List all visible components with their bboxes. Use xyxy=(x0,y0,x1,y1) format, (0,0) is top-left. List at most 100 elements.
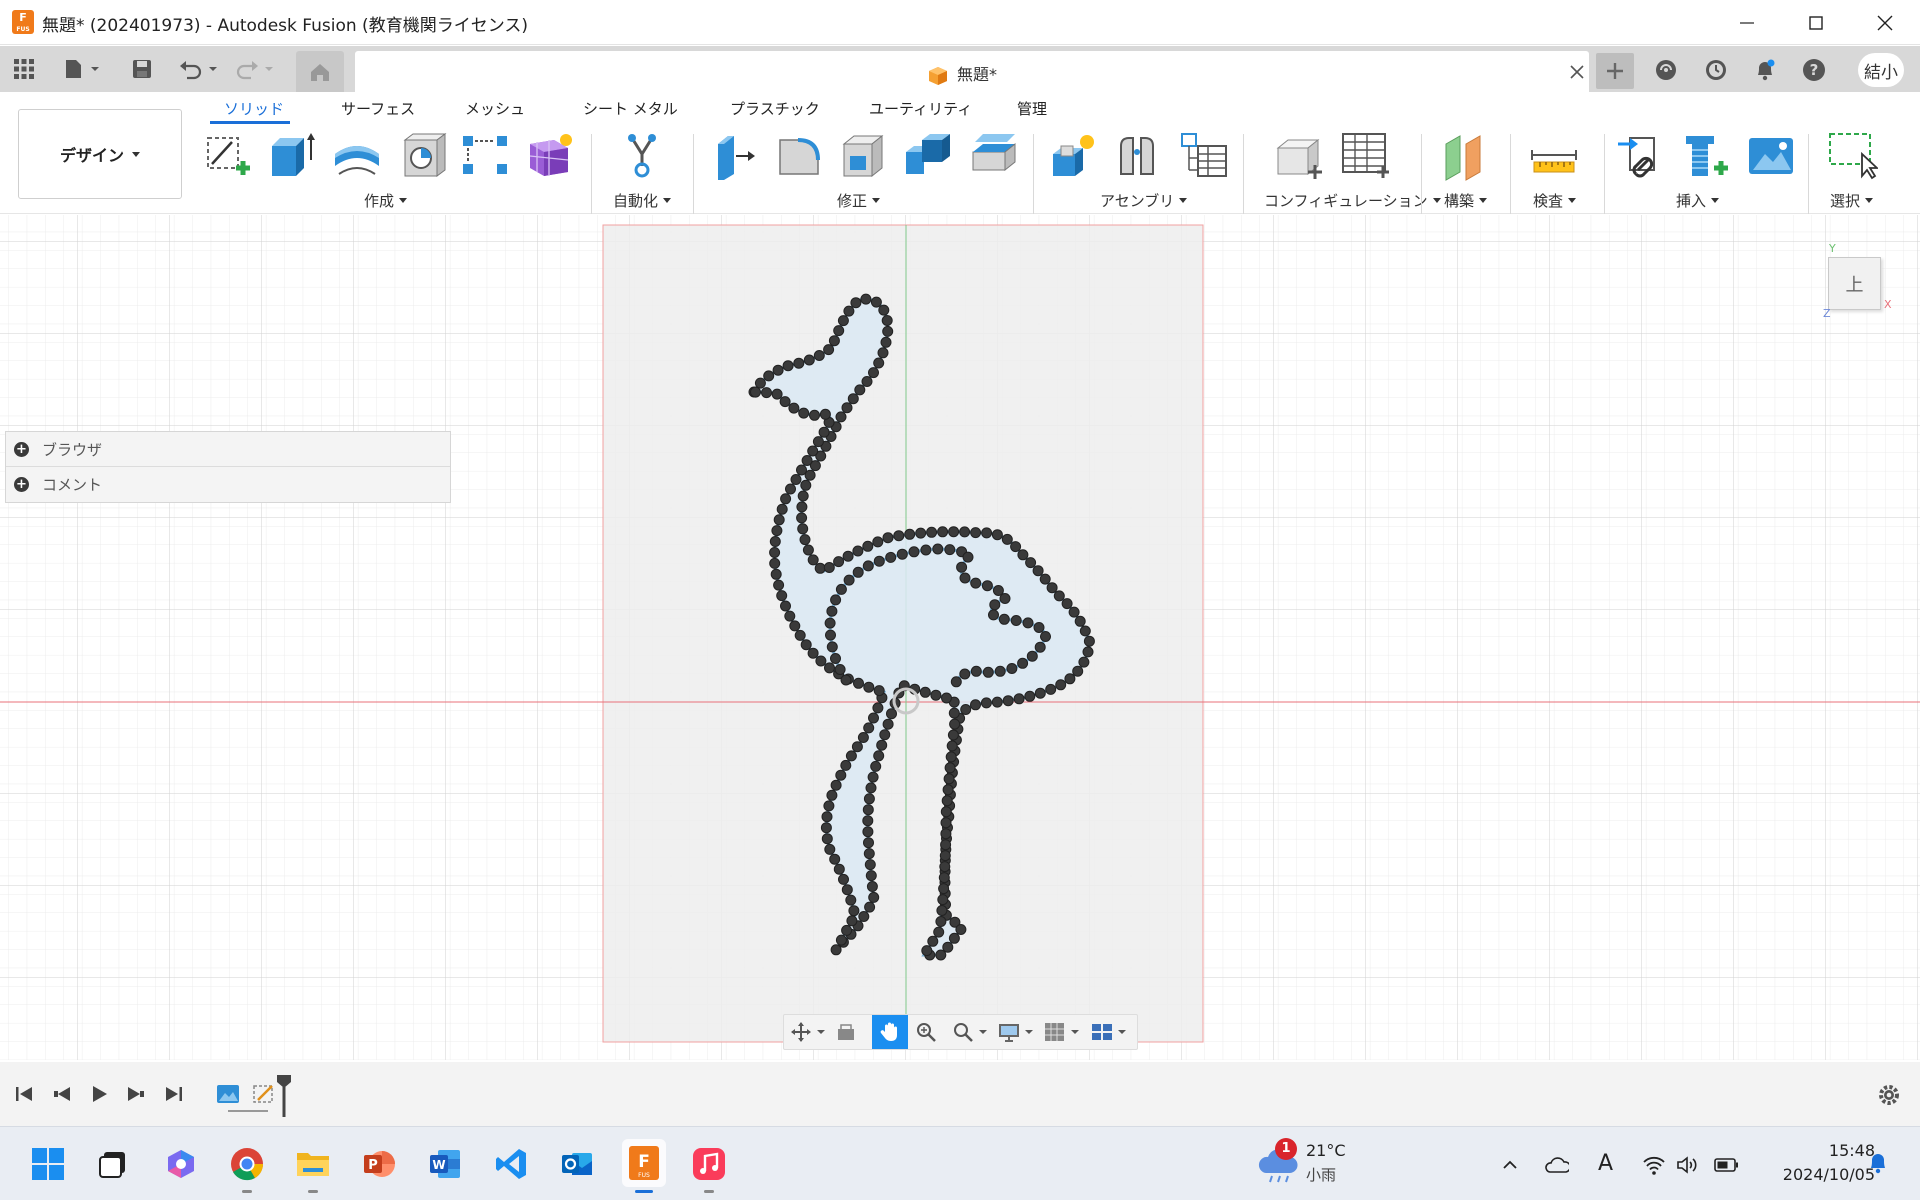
sketch-point[interactable] xyxy=(770,568,782,580)
sketch-point[interactable] xyxy=(771,388,783,400)
sketch-point[interactable] xyxy=(927,935,939,947)
sketch-point[interactable] xyxy=(852,545,864,557)
timeline-canvas-feature-icon[interactable] xyxy=(216,1082,242,1106)
file-explorer-button[interactable] xyxy=(292,1143,334,1193)
sketch-point[interactable] xyxy=(945,751,957,763)
zoom-window-button[interactable] xyxy=(950,1018,990,1046)
close-window-button[interactable] xyxy=(1850,0,1920,45)
sketch-point[interactable] xyxy=(920,544,932,556)
sketch-point[interactable] xyxy=(1039,573,1051,585)
combine-icon[interactable] xyxy=(902,130,954,182)
sketch-point[interactable] xyxy=(819,408,831,420)
sketch-point[interactable] xyxy=(784,610,796,622)
sketch-point[interactable] xyxy=(959,668,971,680)
sketch-point[interactable] xyxy=(970,665,982,677)
sketch-point[interactable] xyxy=(959,526,971,538)
joint-icon[interactable] xyxy=(1111,130,1163,182)
sketch-point[interactable] xyxy=(828,335,840,347)
sketch-point[interactable] xyxy=(796,512,808,524)
chrome-button[interactable] xyxy=(226,1143,268,1193)
sketch-point[interactable] xyxy=(785,483,796,495)
grid-settings-button[interactable] xyxy=(1042,1018,1082,1046)
data-panel-button[interactable] xyxy=(10,54,38,84)
sketch-point[interactable] xyxy=(1064,673,1076,685)
tab-surface[interactable]: サーフェス xyxy=(341,98,415,119)
sketch-point[interactable] xyxy=(870,296,882,308)
insert-derive-icon[interactable] xyxy=(1614,130,1666,182)
sketch-point[interactable] xyxy=(982,666,994,678)
file-menu-button[interactable] xyxy=(60,54,104,84)
canvas-image-icon[interactable] xyxy=(1745,130,1797,182)
design-canvas[interactable]: + ブラウザ + コメント 上 Y X Z xyxy=(0,215,1920,1060)
assemble-menu[interactable]: アセンブリ xyxy=(1100,190,1188,211)
sketch-point[interactable] xyxy=(797,523,809,535)
sketch-point[interactable] xyxy=(956,561,968,573)
sketch-point[interactable] xyxy=(970,699,981,711)
redo-button[interactable] xyxy=(232,54,278,84)
start-button[interactable] xyxy=(27,1143,69,1185)
sketch-point[interactable] xyxy=(807,445,819,457)
sketch-point[interactable] xyxy=(863,837,874,849)
sketch-point[interactable] xyxy=(789,620,801,632)
sketch-point[interactable] xyxy=(771,525,783,537)
expand-plus-icon[interactable]: + xyxy=(14,477,29,492)
zoom-button[interactable] xyxy=(912,1018,940,1046)
battery-button[interactable] xyxy=(1714,1153,1738,1177)
sketch-point[interactable] xyxy=(863,722,875,734)
sketch-point[interactable] xyxy=(935,949,947,961)
sketch-point[interactable] xyxy=(1082,646,1094,658)
sketch-point[interactable] xyxy=(970,527,982,539)
sketch-point[interactable] xyxy=(1017,549,1029,561)
sketch-point[interactable] xyxy=(1022,617,1034,629)
orbit-button[interactable] xyxy=(788,1018,828,1046)
sketch-point[interactable] xyxy=(780,493,792,505)
sketch-point[interactable] xyxy=(769,536,781,547)
sketch-point[interactable] xyxy=(959,572,971,584)
sketch-point[interactable] xyxy=(852,566,864,578)
sketch-point[interactable] xyxy=(880,336,892,348)
maximize-button[interactable] xyxy=(1781,0,1851,45)
sketch-point[interactable] xyxy=(1078,656,1090,668)
sketch-point[interactable] xyxy=(1017,657,1029,669)
sketch-point[interactable] xyxy=(809,409,820,421)
sketch-point[interactable] xyxy=(841,924,853,936)
clock-time[interactable]: 15:48 xyxy=(1795,1141,1875,1160)
sketch-point[interactable] xyxy=(1034,641,1046,653)
sketch-point[interactable] xyxy=(948,707,960,719)
sketch-point[interactable] xyxy=(818,426,830,438)
sketch-point[interactable] xyxy=(862,826,874,838)
sketch-point[interactable] xyxy=(1025,557,1037,569)
sketch-point[interactable] xyxy=(1002,695,1014,707)
sketch-point[interactable] xyxy=(921,945,933,957)
sketch-point[interactable] xyxy=(1040,631,1051,642)
sketch-point[interactable] xyxy=(823,344,835,356)
sketch-point[interactable] xyxy=(1010,615,1022,626)
offset-face-icon[interactable] xyxy=(967,130,1019,182)
close-tab-icon[interactable] xyxy=(1569,64,1585,80)
sketch-point[interactable] xyxy=(769,547,781,558)
timeline-marker[interactable] xyxy=(276,1074,292,1118)
sketch-point[interactable] xyxy=(825,629,836,641)
sketch-point[interactable] xyxy=(962,551,974,563)
fillet-icon[interactable] xyxy=(774,130,826,182)
sketch-point[interactable] xyxy=(1010,541,1022,553)
sketch-point[interactable] xyxy=(988,609,999,621)
fusion-taskbar-button[interactable]: F FUS xyxy=(622,1139,666,1193)
sketch-point[interactable] xyxy=(812,436,824,448)
sketch-point[interactable] xyxy=(915,527,927,539)
sketch-point[interactable] xyxy=(824,843,836,855)
sketch-point[interactable] xyxy=(865,782,877,794)
sketch-point[interactable] xyxy=(873,685,885,697)
browser-row[interactable]: + ブラウザ xyxy=(6,432,450,467)
timeline-prev-button[interactable] xyxy=(50,1082,74,1106)
sketch-point[interactable] xyxy=(769,557,781,569)
sketch-point[interactable] xyxy=(932,543,944,555)
sketch-point[interactable] xyxy=(830,779,842,791)
sketch-point[interactable] xyxy=(919,686,931,698)
sketch-point[interactable] xyxy=(955,924,967,935)
sketch-point[interactable] xyxy=(823,800,835,812)
sketch-point[interactable] xyxy=(854,384,866,396)
sketch-point[interactable] xyxy=(939,861,951,873)
sketch-point[interactable] xyxy=(858,911,870,922)
sketch-point[interactable] xyxy=(991,696,1003,708)
